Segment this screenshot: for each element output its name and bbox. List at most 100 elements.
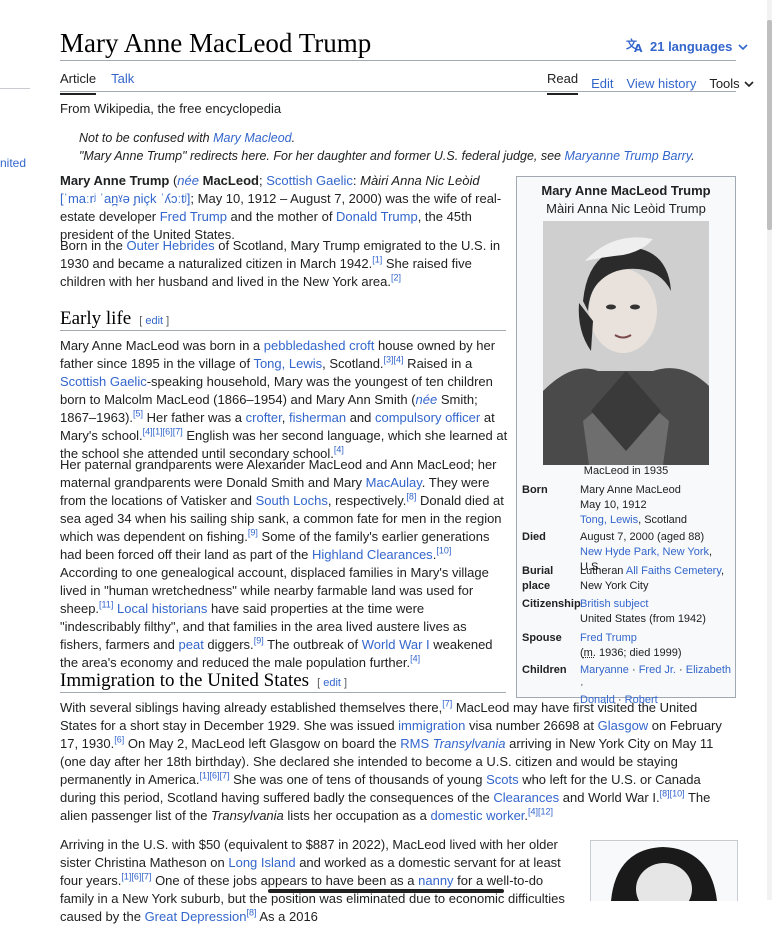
- citation[interactable]: [8][10]: [660, 789, 685, 799]
- link[interactable]: Scottish Gaelic: [266, 173, 353, 188]
- link[interactable]: Fred Trump: [160, 209, 227, 224]
- infobox-title: Mary Anne MacLeod Trump: [541, 183, 711, 198]
- article-image-thumbnail[interactable]: [590, 840, 738, 901]
- infobox-row-spouse: Spouse Fred Trump (m. 1936; died 1999): [522, 632, 682, 659]
- language-button[interactable]: 文A 21 languages: [626, 37, 748, 56]
- tagline: From Wikipedia, the free encyclopedia: [60, 101, 282, 116]
- tools-menu[interactable]: Tools: [709, 75, 754, 91]
- link[interactable]: Clearances: [493, 790, 559, 805]
- citation[interactable]: [1][6][7]: [199, 771, 229, 781]
- svg-text:A: A: [634, 42, 643, 53]
- heading-divider: [60, 330, 506, 331]
- page-title: Mary Anne MacLeod Trump: [60, 28, 372, 58]
- body-paragraph: Her paternal grandparents were Alexander…: [60, 457, 504, 670]
- translate-icon: 文A: [626, 37, 644, 56]
- citation[interactable]: [4]: [410, 654, 420, 664]
- chevron-down-icon: [738, 39, 748, 54]
- link[interactable]: British subject: [580, 598, 648, 610]
- link[interactable]: domestic worker: [430, 808, 524, 823]
- infobox-row-citizenship: Citizenship British subject United States…: [522, 598, 706, 625]
- lead-paragraph: Mary Anne Trump (née MacLeod; Scottish G…: [60, 173, 502, 242]
- link[interactable]: Tong, Lewis: [580, 514, 638, 526]
- tabs-divider: [60, 91, 736, 92]
- link[interactable]: Tong, Lewis: [253, 356, 322, 371]
- body-paragraph: Arriving in the U.S. with $50 (equivalen…: [60, 837, 565, 924]
- section-edit-link[interactable]: edit: [323, 677, 341, 689]
- citation[interactable]: [2]: [391, 273, 401, 283]
- link[interactable]: Highland Clearances: [312, 547, 433, 562]
- tab-view-history[interactable]: View history: [626, 76, 696, 91]
- link[interactable]: RMS Transylvania: [400, 736, 505, 751]
- link[interactable]: World War I: [362, 637, 430, 652]
- portrait-caption: MacLeod in 1935: [583, 465, 669, 477]
- languages-label: 21 languages: [650, 39, 733, 54]
- link[interactable]: Fred Jr.: [639, 664, 676, 676]
- link[interactable]: fisherman: [289, 410, 346, 425]
- section-edit-link[interactable]: edit: [145, 315, 163, 327]
- link[interactable]: Scottish Gaelic: [60, 374, 147, 389]
- link[interactable]: Glasgow: [598, 718, 649, 733]
- citation[interactable]: [5]: [133, 409, 143, 419]
- citation[interactable]: [8]: [246, 908, 256, 918]
- link[interactable]: All Faiths Cemetery: [626, 565, 721, 577]
- sidebar-divider: [0, 88, 30, 89]
- link[interactable]: née: [416, 392, 438, 407]
- chevron-down-icon: [744, 76, 754, 91]
- vertical-scrollbar-thumb[interactable]: [767, 20, 772, 230]
- link[interactable]: Maryanne: [580, 664, 629, 676]
- link[interactable]: nanny: [418, 873, 453, 888]
- link[interactable]: Robert: [625, 694, 658, 706]
- link[interactable]: compulsory officer: [375, 410, 480, 425]
- citation[interactable]: [11]: [99, 600, 113, 610]
- hatnote-confused: Not to be confused with Mary Macleod.: [79, 131, 296, 145]
- citation[interactable]: [1][6][7]: [121, 872, 151, 882]
- citation[interactable]: [9]: [254, 636, 264, 646]
- heading-divider: [60, 692, 506, 693]
- link[interactable]: Fred Trump: [580, 632, 637, 644]
- sidebar-link-fragment[interactable]: nited: [0, 156, 26, 170]
- link[interactable]: Local historians: [117, 601, 207, 616]
- link[interactable]: Donald: [580, 694, 615, 706]
- citation[interactable]: [4][12]: [528, 807, 553, 817]
- citation[interactable]: [3][4]: [384, 355, 404, 365]
- body-paragraph: With several siblings having already est…: [60, 698, 722, 823]
- citation[interactable]: [4]: [334, 445, 344, 455]
- link[interactable]: Long Island: [228, 855, 295, 870]
- hatnote-redirect: "Mary Anne Trump" redirects here. For he…: [79, 149, 695, 163]
- link[interactable]: Elizabeth: [686, 664, 731, 676]
- hatnote-link[interactable]: Mary Macleod: [213, 131, 292, 145]
- section-heading-immigration: Immigration to the United States[ edit ]: [60, 670, 348, 691]
- tools-label: Tools: [709, 75, 740, 91]
- link[interactable]: peat: [179, 637, 204, 652]
- link[interactable]: Outer Hebrides: [127, 238, 215, 253]
- hatnote-link[interactable]: Maryanne Trump Barry: [565, 149, 692, 163]
- citation[interactable]: [9]: [248, 528, 258, 538]
- link[interactable]: South Lochs: [256, 493, 328, 508]
- citation[interactable]: [1]: [372, 255, 382, 265]
- citation[interactable]: [10]: [436, 546, 451, 556]
- link[interactable]: Great Depression: [145, 909, 247, 924]
- link[interactable]: née: [177, 173, 199, 188]
- link[interactable]: MacAulay: [366, 475, 422, 490]
- citation[interactable]: [6]: [114, 735, 124, 745]
- ipa-link[interactable]: [ˈmaːrʲ ˈan̪ˠə ɲiçk ˈʎɔːtʲ]: [60, 191, 190, 206]
- infobox-row-burial: Burial place Lutheran All Faiths Cemeter…: [522, 565, 725, 592]
- link[interactable]: pebbledashed croft: [264, 338, 375, 353]
- infobox-subtitle: Màiri Anna Nic Leòid Trump: [546, 201, 706, 216]
- title-divider: [60, 60, 736, 61]
- horizontal-scroll-indicator[interactable]: [268, 889, 504, 893]
- link[interactable]: Donald Trump: [336, 209, 418, 224]
- citation[interactable]: [8]: [406, 492, 416, 502]
- citation[interactable]: [7]: [442, 699, 452, 709]
- tab-edit[interactable]: Edit: [591, 76, 613, 91]
- section-heading-early-life: Early life[ edit ]: [60, 308, 170, 329]
- infobox: Mary Anne MacLeod Trump Màiri Anna Nic L…: [516, 176, 736, 706]
- portrait-photo[interactable]: [543, 221, 709, 465]
- link[interactable]: Scots: [486, 772, 519, 787]
- link[interactable]: New Hyde Park, New York: [580, 546, 709, 558]
- citation[interactable]: [4][1][6][7]: [143, 427, 183, 437]
- link[interactable]: crofter: [246, 410, 282, 425]
- link[interactable]: immigration: [398, 718, 465, 733]
- lead-paragraph: Born in the Outer Hebrides of Scotland, …: [60, 238, 501, 289]
- infobox-row-children: Children Maryanne · Fred Jr. · Elizabeth…: [522, 664, 732, 706]
